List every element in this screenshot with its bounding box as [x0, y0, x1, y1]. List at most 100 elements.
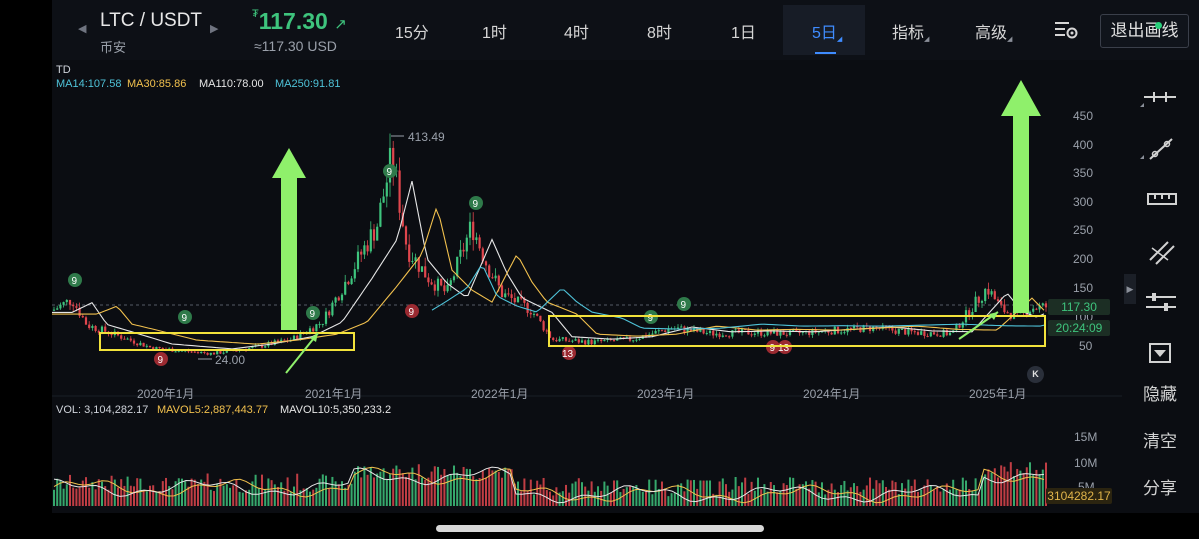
volume-bar: [718, 481, 721, 506]
drawing-annotations[interactable]: [99, 80, 1046, 374]
volume-bar: [737, 486, 740, 506]
volume-bar: [776, 492, 779, 506]
volume-bar: [350, 483, 353, 506]
horizontal-line-tool-icon[interactable]: [1138, 83, 1182, 111]
volume-bar: [437, 466, 439, 506]
toolbar-collapse-icon[interactable]: ▶: [1124, 274, 1136, 304]
tab-1h[interactable]: 1时: [482, 19, 507, 43]
candle-body: [724, 335, 728, 337]
breakout-arrow-left[interactable]: [272, 148, 306, 330]
volume-bar: [494, 470, 497, 506]
volume-bar: [78, 487, 81, 506]
volume-bar: [232, 485, 235, 506]
candlestick-chart[interactable]: 450 400 350 300 250 200 150 100 50 2020年…: [52, 60, 1122, 513]
candle-body: [104, 326, 107, 332]
candle-body: [120, 335, 123, 339]
share-button[interactable]: 分享: [1143, 474, 1177, 499]
candle-body: [446, 284, 449, 292]
advanced-menu[interactable]: 高级◢: [975, 19, 1012, 43]
volume-bar: [485, 477, 487, 506]
prev-pair-icon[interactable]: ◀: [78, 22, 86, 35]
volume-bar: [459, 475, 462, 506]
indicator-menu[interactable]: 指标◢: [892, 19, 929, 43]
volume-bar: [561, 491, 564, 506]
pair-title[interactable]: LTC / USDT: [100, 10, 202, 32]
candle-body: [926, 335, 929, 337]
volume-bar: [904, 488, 907, 506]
tab-4h[interactable]: 4时: [564, 19, 589, 43]
volume-bar: [939, 491, 942, 506]
volume-bar: [225, 484, 228, 506]
candle-body: [148, 345, 152, 348]
trendline-tool-icon[interactable]: [1138, 135, 1182, 163]
volume-bar: [213, 491, 215, 506]
candle-body: [587, 339, 590, 345]
tab-8h[interactable]: 8时: [647, 19, 672, 43]
home-indicator[interactable]: [436, 525, 764, 532]
candle-body: [340, 294, 344, 301]
volume-bar: [53, 489, 55, 506]
volume-bar: [587, 490, 590, 506]
volume-bar: [747, 493, 750, 506]
volume-bar: [830, 483, 833, 506]
candle-body: [929, 332, 932, 337]
breakout-arrow-right[interactable]: [1001, 80, 1041, 313]
candle-body: [465, 237, 468, 252]
price-value: 117.30: [258, 8, 328, 34]
candle-body: [347, 281, 350, 285]
candle-body: [545, 330, 548, 332]
candle-body: [830, 332, 833, 335]
chart-settings-icon[interactable]: [1054, 20, 1078, 40]
volume-bar: [961, 477, 964, 506]
volume-bar: [613, 480, 615, 506]
volume-bar: [990, 472, 993, 506]
volume-bar: [849, 487, 852, 506]
exit-drawing-button[interactable]: 退出画线: [1100, 14, 1189, 48]
clear-drawings-button[interactable]: 清空: [1143, 427, 1177, 452]
tab-5d[interactable]: 5日◢: [812, 19, 842, 43]
candle-body: [427, 277, 430, 283]
volume-bar: [312, 489, 315, 506]
drawing-style-icon[interactable]: [1138, 340, 1182, 368]
candle-body: [990, 291, 993, 295]
parallel-channel-tool-icon[interactable]: [1138, 238, 1182, 266]
x-tick-2020: 2020年1月: [137, 387, 194, 401]
candle-body: [584, 340, 587, 345]
fibonacci-tool-icon[interactable]: [1138, 288, 1182, 316]
volume-bar: [389, 474, 391, 506]
volume-bar: [645, 491, 647, 506]
volume-bar: [331, 476, 334, 506]
kline-toggle-button[interactable]: K: [1027, 366, 1044, 383]
volume-bar: [757, 477, 759, 506]
hide-drawings-button[interactable]: 隐藏: [1143, 380, 1177, 405]
tab-1d[interactable]: 1日: [731, 19, 756, 43]
candle-body: [1006, 312, 1009, 314]
candle-body: [507, 293, 510, 295]
candle-body: [635, 339, 638, 341]
volume-bar: [491, 470, 494, 506]
candle-body: [193, 351, 196, 353]
volume-bar: [366, 474, 369, 506]
volume-bar: [120, 479, 123, 506]
candle-body: [462, 249, 465, 252]
volume-bar: [619, 492, 622, 506]
candle-body: [161, 348, 164, 350]
volume-bar: [177, 478, 180, 506]
volume-bar: [840, 485, 843, 506]
candle-body: [488, 265, 491, 278]
next-pair-icon[interactable]: ▶: [210, 22, 218, 35]
volume-bar: [277, 486, 279, 506]
volume-bar: [449, 474, 452, 506]
tab-15m[interactable]: 15分: [395, 19, 429, 43]
candle-body: [129, 338, 132, 341]
candle-body: [849, 327, 852, 329]
price-range-tool-icon[interactable]: [1138, 186, 1182, 214]
candle-body: [65, 300, 68, 303]
volume-bar: [488, 468, 491, 506]
candle-body: [721, 335, 724, 337]
candle-body: [923, 331, 926, 336]
candle-body: [1032, 308, 1035, 312]
volume-bar: [257, 487, 260, 506]
candle-body: [939, 335, 942, 337]
dropdown-corner-icon: ◢: [1007, 36, 1013, 43]
